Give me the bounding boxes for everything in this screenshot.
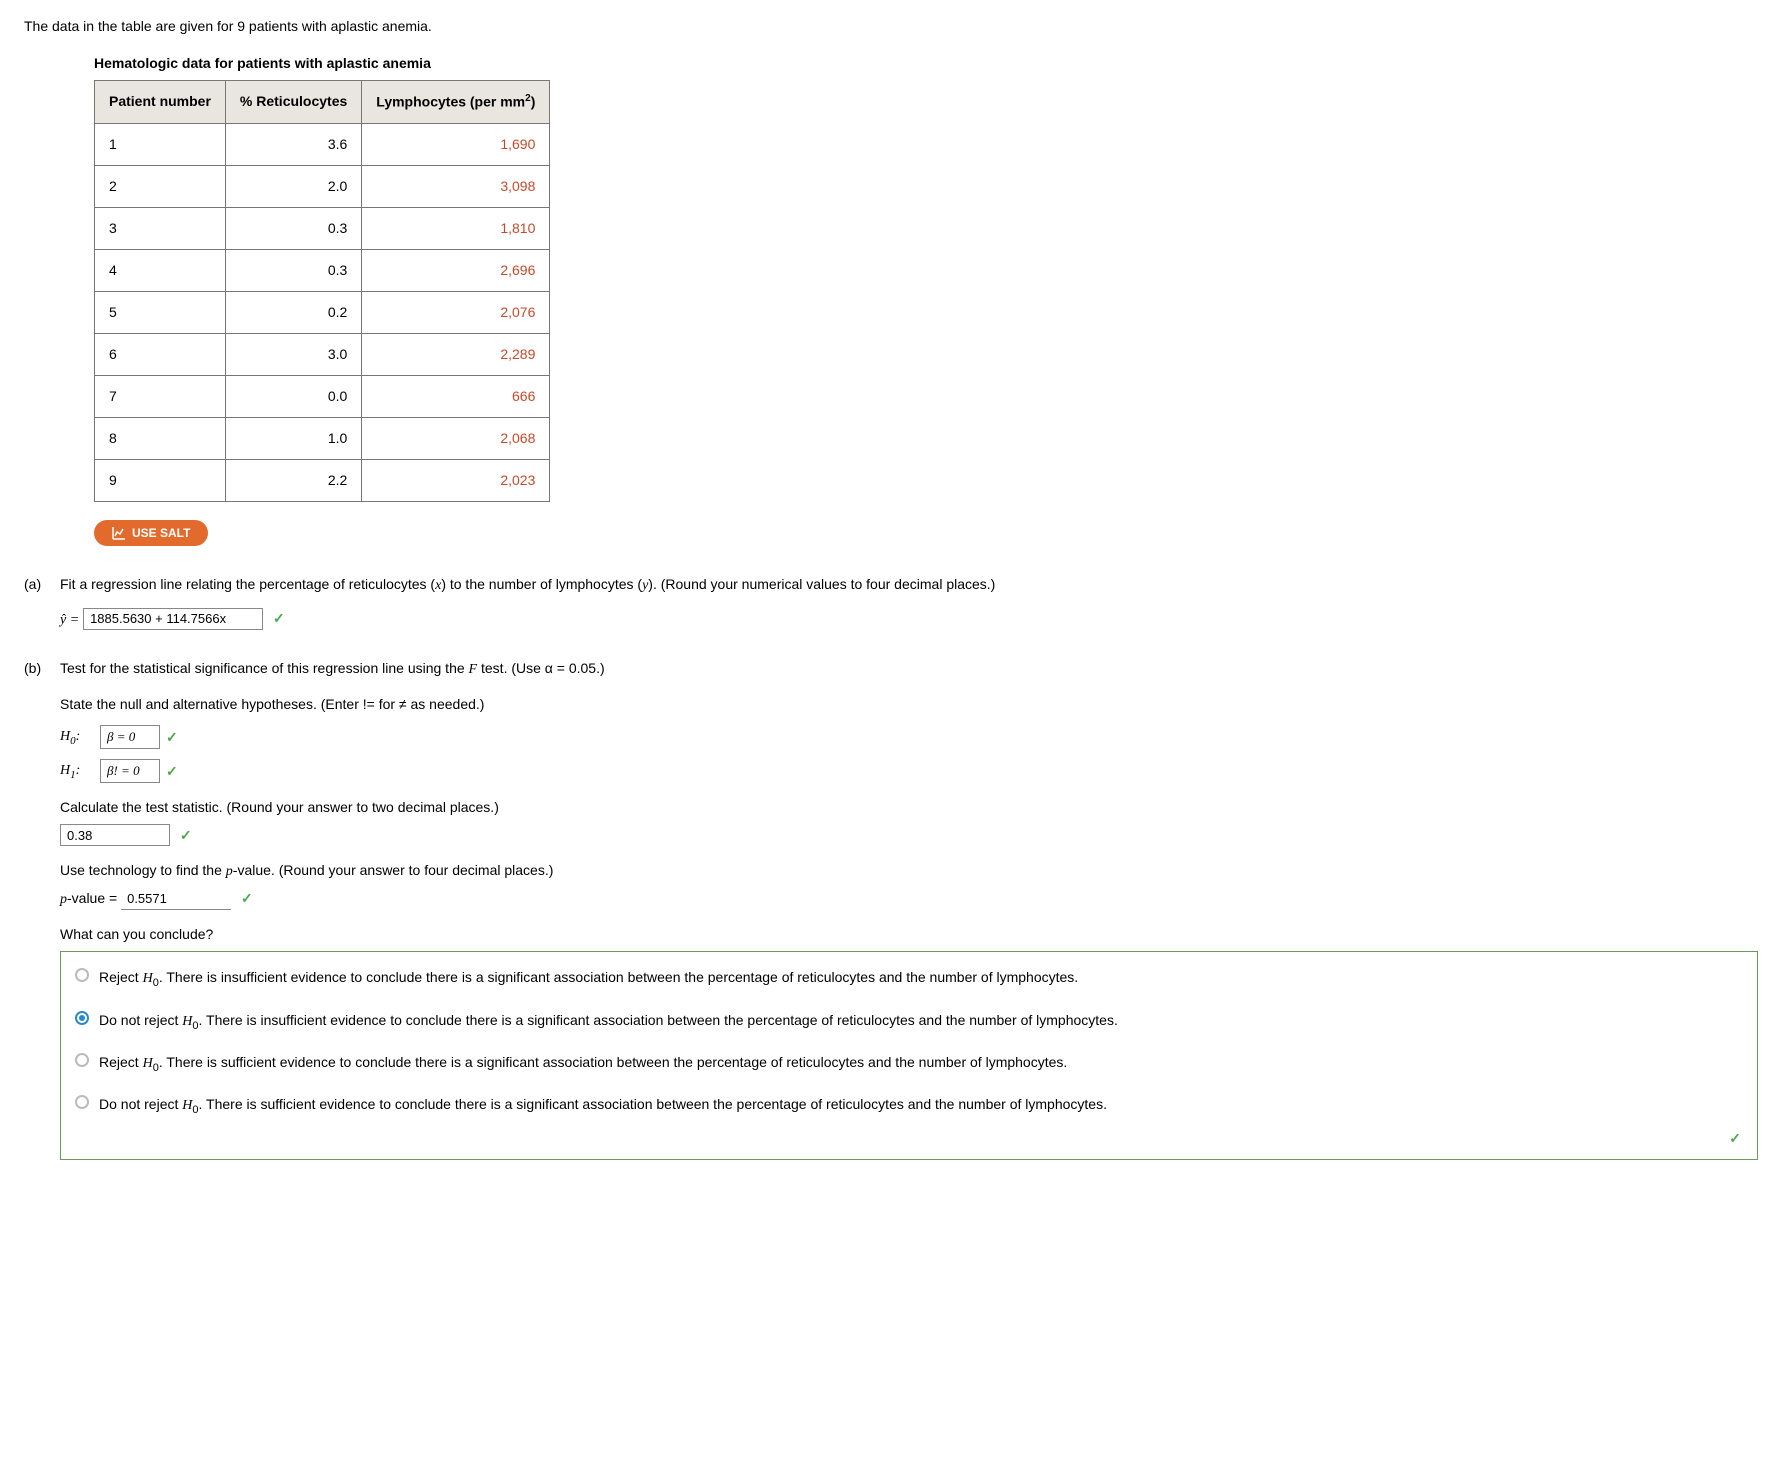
h0-label: H0: bbox=[60, 726, 100, 749]
check-icon: ✓ bbox=[273, 608, 285, 629]
cell-patient: 4 bbox=[95, 249, 226, 291]
check-icon: ✓ bbox=[241, 888, 253, 909]
cell-reticulocytes: 3.6 bbox=[225, 123, 361, 165]
table-row: 81.02,068 bbox=[95, 417, 550, 459]
chart-icon bbox=[112, 526, 126, 540]
pvalue-label-suffix: -value = bbox=[67, 890, 121, 906]
yhat-label: ŷ = bbox=[60, 612, 79, 627]
cell-patient: 6 bbox=[95, 333, 226, 375]
table-row: 30.31,810 bbox=[95, 207, 550, 249]
radio-icon bbox=[75, 968, 89, 982]
cell-reticulocytes: 0.0 bbox=[225, 375, 361, 417]
cell-lymphocytes: 666 bbox=[362, 375, 550, 417]
h0-input[interactable] bbox=[100, 725, 160, 749]
part-b-prompt: Test for the statistical significance of… bbox=[60, 658, 1758, 680]
cell-patient: 7 bbox=[95, 375, 226, 417]
conclusion-option-text: Reject H0. There is insufficient evidenc… bbox=[99, 966, 1743, 992]
h1-input[interactable] bbox=[100, 759, 160, 783]
table-title: Hematologic data for patients with aplas… bbox=[94, 53, 1758, 74]
conclusion-option[interactable]: Reject H0. There is sufficient evidence … bbox=[71, 1043, 1747, 1085]
table-row: 92.22,023 bbox=[95, 459, 550, 501]
check-icon: ✓ bbox=[166, 727, 178, 748]
conclusion-option[interactable]: Do not reject H0. There is sufficient ev… bbox=[71, 1085, 1747, 1127]
cell-lymphocytes: 1,810 bbox=[362, 207, 550, 249]
col-header-lymphocytes: Lymphocytes (per mm2) bbox=[362, 81, 550, 124]
hypotheses-intro: State the null and alternative hypothese… bbox=[60, 694, 1758, 715]
cell-lymphocytes: 2,076 bbox=[362, 291, 550, 333]
table-row: 63.02,289 bbox=[95, 333, 550, 375]
cell-reticulocytes: 3.0 bbox=[225, 333, 361, 375]
cell-reticulocytes: 2.0 bbox=[225, 165, 361, 207]
conclusion-option[interactable]: Reject H0. There is insufficient evidenc… bbox=[71, 958, 1747, 1000]
cell-lymphocytes: 2,289 bbox=[362, 333, 550, 375]
part-a-label: (a) bbox=[24, 574, 60, 631]
part-b-label: (b) bbox=[24, 658, 60, 1160]
conclusion-options: Reject H0. There is insufficient evidenc… bbox=[60, 951, 1758, 1160]
use-salt-button[interactable]: USE SALT bbox=[94, 520, 208, 546]
pvalue-input[interactable] bbox=[121, 888, 231, 910]
radio-icon bbox=[75, 1095, 89, 1109]
table-row: 50.22,076 bbox=[95, 291, 550, 333]
table-row: 70.0666 bbox=[95, 375, 550, 417]
cell-patient: 9 bbox=[95, 459, 226, 501]
check-icon: ✓ bbox=[1729, 1128, 1741, 1149]
test-stat-prompt: Calculate the test statistic. (Round you… bbox=[60, 797, 1758, 818]
cell-patient: 3 bbox=[95, 207, 226, 249]
radio-icon bbox=[75, 1011, 89, 1025]
pvalue-label-p: p bbox=[60, 892, 67, 907]
table-row: 22.03,098 bbox=[95, 165, 550, 207]
radio-icon bbox=[75, 1053, 89, 1067]
cell-reticulocytes: 0.3 bbox=[225, 249, 361, 291]
cell-lymphocytes: 2,068 bbox=[362, 417, 550, 459]
pvalue-prompt: Use technology to find the p-value. (Rou… bbox=[60, 860, 1758, 882]
conclusion-option[interactable]: Do not reject H0. There is insufficient … bbox=[71, 1001, 1747, 1043]
cell-patient: 8 bbox=[95, 417, 226, 459]
cell-lymphocytes: 3,098 bbox=[362, 165, 550, 207]
cell-reticulocytes: 1.0 bbox=[225, 417, 361, 459]
data-table: Patient number % Reticulocytes Lymphocyt… bbox=[94, 80, 550, 502]
cell-reticulocytes: 0.3 bbox=[225, 207, 361, 249]
col-header-reticulocytes: % Reticulocytes bbox=[225, 81, 361, 124]
conclusion-option-text: Reject H0. There is sufficient evidence … bbox=[99, 1051, 1743, 1077]
cell-reticulocytes: 2.2 bbox=[225, 459, 361, 501]
cell-lymphocytes: 2,696 bbox=[362, 249, 550, 291]
conclusion-question: What can you conclude? bbox=[60, 924, 1758, 945]
test-stat-input[interactable] bbox=[60, 824, 170, 846]
h1-label: H1: bbox=[60, 760, 100, 783]
check-icon: ✓ bbox=[166, 761, 178, 782]
cell-reticulocytes: 0.2 bbox=[225, 291, 361, 333]
cell-lymphocytes: 2,023 bbox=[362, 459, 550, 501]
table-row: 13.61,690 bbox=[95, 123, 550, 165]
cell-patient: 5 bbox=[95, 291, 226, 333]
cell-patient: 2 bbox=[95, 165, 226, 207]
table-row: 40.32,696 bbox=[95, 249, 550, 291]
check-icon: ✓ bbox=[180, 825, 192, 846]
use-salt-label: USE SALT bbox=[132, 526, 190, 540]
conclusion-option-text: Do not reject H0. There is insufficient … bbox=[99, 1009, 1743, 1035]
col-header-patient: Patient number bbox=[95, 81, 226, 124]
part-a-prompt: Fit a regression line relating the perce… bbox=[60, 574, 1758, 596]
cell-lymphocytes: 1,690 bbox=[362, 123, 550, 165]
intro-text: The data in the table are given for 9 pa… bbox=[24, 16, 1758, 37]
cell-patient: 1 bbox=[95, 123, 226, 165]
regression-input[interactable] bbox=[83, 608, 263, 630]
conclusion-option-text: Do not reject H0. There is sufficient ev… bbox=[99, 1093, 1743, 1119]
